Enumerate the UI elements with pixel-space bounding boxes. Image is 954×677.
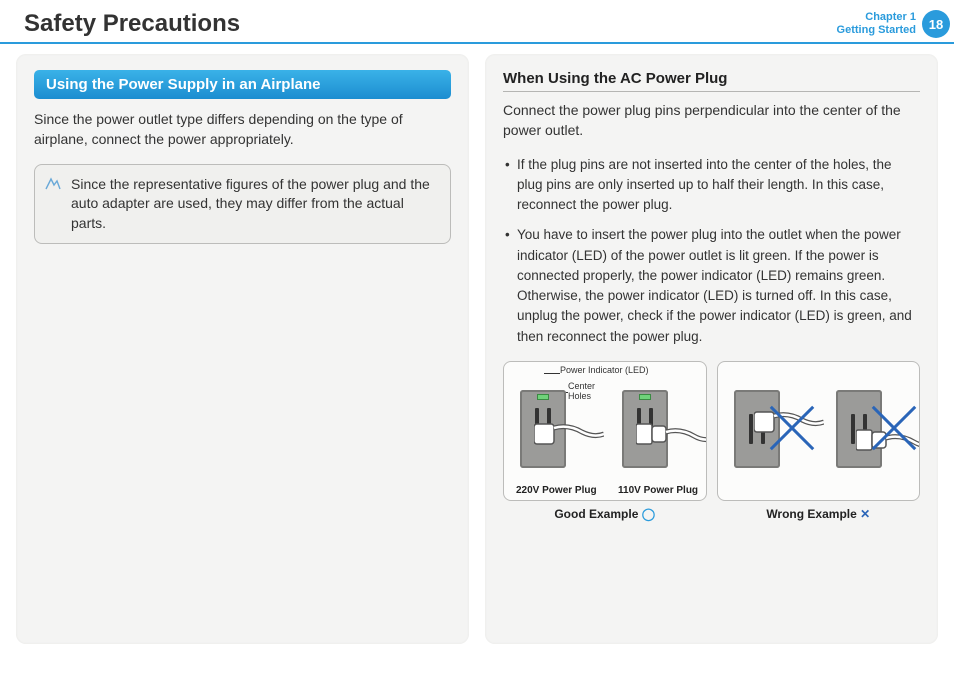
good-example-caption: Good Example ◯ — [503, 507, 707, 521]
page-title: Safety Precautions — [24, 10, 240, 38]
plug-220v-icon — [534, 414, 604, 454]
wrong-caption-text: Wrong Example — [766, 507, 856, 521]
wrong-example-figure — [717, 361, 921, 501]
label-220v: 220V Power Plug — [516, 485, 597, 496]
figure-row: Power Indicator (LED) Center Holes — [503, 361, 920, 521]
note-text: Since the representative figures of the … — [71, 176, 430, 231]
annot-holes: Holes — [568, 392, 591, 402]
content-columns: Using the Power Supply in an Airplane Si… — [0, 54, 954, 644]
good-example-figure: Power Indicator (LED) Center Holes — [503, 361, 707, 501]
wrong-example-caption: Wrong Example ✕ — [717, 507, 921, 521]
plug-wrong-1-icon — [754, 402, 824, 442]
plug-wrong-2-icon — [856, 420, 921, 460]
wrong-example-wrap: Wrong Example ✕ — [717, 361, 921, 521]
chapter-info: Chapter 1 Getting Started 18 — [837, 10, 954, 38]
ac-plug-lead: Connect the power plug pins perpendicula… — [503, 100, 920, 141]
note-box: Since the representative figures of the … — [34, 164, 451, 245]
bullet-item: You have to insert the power plug into t… — [503, 225, 920, 347]
leader-line — [544, 373, 560, 374]
ac-plug-subhead: When Using the AC Power Plug — [503, 70, 920, 92]
led-icon — [639, 394, 651, 400]
chapter-line1: Chapter 1 — [837, 11, 916, 24]
good-example-wrap: Power Indicator (LED) Center Holes — [503, 361, 707, 521]
note-icon — [45, 177, 61, 197]
led-icon — [537, 394, 549, 400]
good-mark-icon: ◯ — [642, 507, 655, 521]
section-banner-airplane: Using the Power Supply in an Airplane — [34, 70, 451, 99]
label-110v: 110V Power Plug — [618, 485, 698, 496]
chapter-line2: Getting Started — [837, 24, 916, 37]
page-header: Safety Precautions Chapter 1 Getting Sta… — [0, 0, 954, 44]
airplane-lead-text: Since the power outlet type differs depe… — [34, 109, 451, 150]
wrong-mark-icon: ✕ — [860, 507, 870, 521]
ac-plug-bullets: If the plug pins are not inserted into t… — [503, 155, 920, 347]
bullet-item: If the plug pins are not inserted into t… — [503, 155, 920, 216]
annot-led: Power Indicator (LED) — [560, 366, 649, 376]
chapter-text: Chapter 1 Getting Started — [837, 11, 916, 37]
page-number-badge: 18 — [922, 10, 950, 38]
good-caption-text: Good Example — [554, 507, 638, 521]
left-column: Using the Power Supply in an Airplane Si… — [16, 54, 469, 644]
plug-110v-icon — [636, 414, 707, 454]
right-column: When Using the AC Power Plug Connect the… — [485, 54, 938, 644]
